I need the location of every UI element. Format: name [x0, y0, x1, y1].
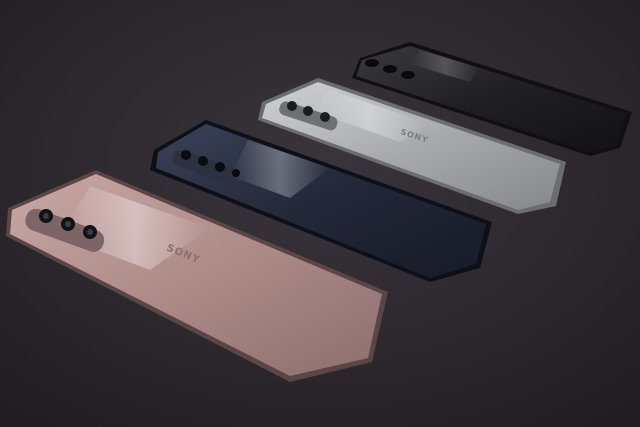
photo-canvas: SONY SONY	[0, 0, 640, 427]
photo-scene: SONY SONY	[0, 0, 640, 427]
